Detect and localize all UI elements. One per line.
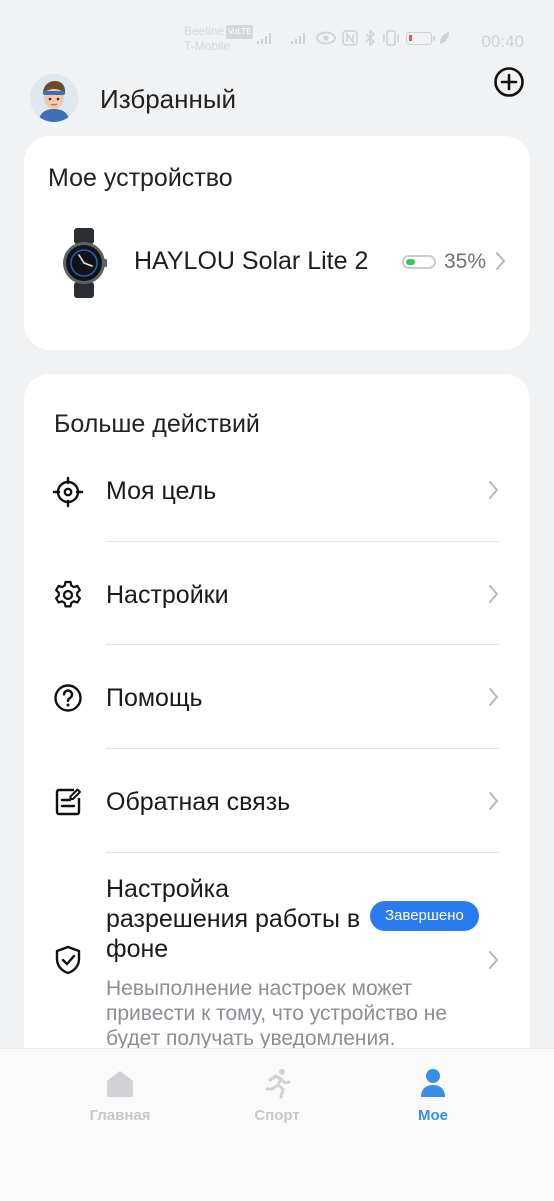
chevron-right-icon xyxy=(496,252,506,270)
device-battery-percent: 35% xyxy=(444,250,487,273)
avatar-image xyxy=(30,74,78,122)
divider xyxy=(106,852,500,853)
bottom-nav: Главная Спорт Мое xyxy=(0,1048,554,1201)
chevron-right-icon xyxy=(489,792,499,810)
action-row-feedback[interactable]: Обратная связь xyxy=(24,752,530,855)
divider xyxy=(106,644,500,645)
chevron-right-icon xyxy=(489,951,499,969)
nfc-icon xyxy=(342,30,358,46)
avatar[interactable] xyxy=(30,74,78,122)
device-card: Мое устройство HAYLOU Solar Lite 2 35% xyxy=(24,136,530,350)
device-card-title: Мое устройство xyxy=(48,164,233,192)
shield-check-icon xyxy=(55,945,81,975)
action-label-settings: Настройки xyxy=(106,581,229,609)
nav-sport[interactable]: Спорт xyxy=(222,1067,332,1124)
eye-icon xyxy=(316,31,336,45)
volte-badge: VoLTE xyxy=(226,24,254,39)
background-permission-title: Настройка разрешения работы в фоне xyxy=(106,875,361,963)
action-row-goal[interactable]: Моя цель xyxy=(24,442,530,545)
page-title: Избранный xyxy=(100,84,237,114)
status-icons xyxy=(256,30,450,46)
clock: 00:40 xyxy=(481,32,524,51)
action-label-help: Помощь xyxy=(106,684,203,712)
action-label-feedback: Обратная связь xyxy=(106,788,291,816)
gear-icon xyxy=(55,580,81,608)
feedback-icon xyxy=(55,788,81,816)
battery-status-icon xyxy=(406,31,435,45)
carrier-2: T-Mobile xyxy=(184,38,231,53)
nav-home[interactable]: Главная xyxy=(65,1067,175,1124)
nav-me-label: Мое xyxy=(418,1107,448,1124)
device-battery-icon xyxy=(402,255,436,269)
add-device-button[interactable] xyxy=(494,67,524,97)
vibrate-icon xyxy=(383,30,399,46)
actions-card: Больше действий Моя цель Настройки Помощ… xyxy=(24,374,530,1134)
action-label-goal: Моя цель xyxy=(106,477,217,505)
help-circle-icon xyxy=(54,684,82,712)
status-bar: Beeline VoLTE T-Mobile 00:40 xyxy=(0,24,554,60)
chevron-right-icon xyxy=(489,585,499,603)
nav-me[interactable]: Мое xyxy=(378,1067,488,1124)
signal-2-icon xyxy=(291,33,305,44)
action-row-settings[interactable]: Настройки xyxy=(24,545,530,648)
carrier-info: Beeline VoLTE T-Mobile xyxy=(184,24,254,53)
running-icon xyxy=(265,1069,291,1099)
person-icon xyxy=(421,1069,445,1097)
chevron-right-icon xyxy=(489,688,499,706)
background-permission-description: Невыполнение настроек может привести к т… xyxy=(106,977,448,1050)
divider xyxy=(106,748,500,749)
home-icon xyxy=(107,1071,133,1097)
nav-home-label: Главная xyxy=(89,1107,151,1124)
leaf-icon xyxy=(440,32,449,44)
divider xyxy=(106,541,500,542)
bluetooth-icon xyxy=(365,30,376,46)
nav-sport-label: Спорт xyxy=(254,1107,300,1124)
chevron-right-icon xyxy=(489,481,499,499)
status-badge: Завершено xyxy=(370,901,479,931)
signal-icon xyxy=(257,33,271,44)
device-name: HAYLOU Solar Lite 2 xyxy=(134,247,369,275)
carrier-1: Beeline xyxy=(184,24,225,38)
target-icon xyxy=(52,476,84,508)
smartwatch-icon xyxy=(63,228,107,298)
action-row-help[interactable]: Помощь xyxy=(24,648,530,751)
actions-card-title: Больше действий xyxy=(54,410,260,438)
